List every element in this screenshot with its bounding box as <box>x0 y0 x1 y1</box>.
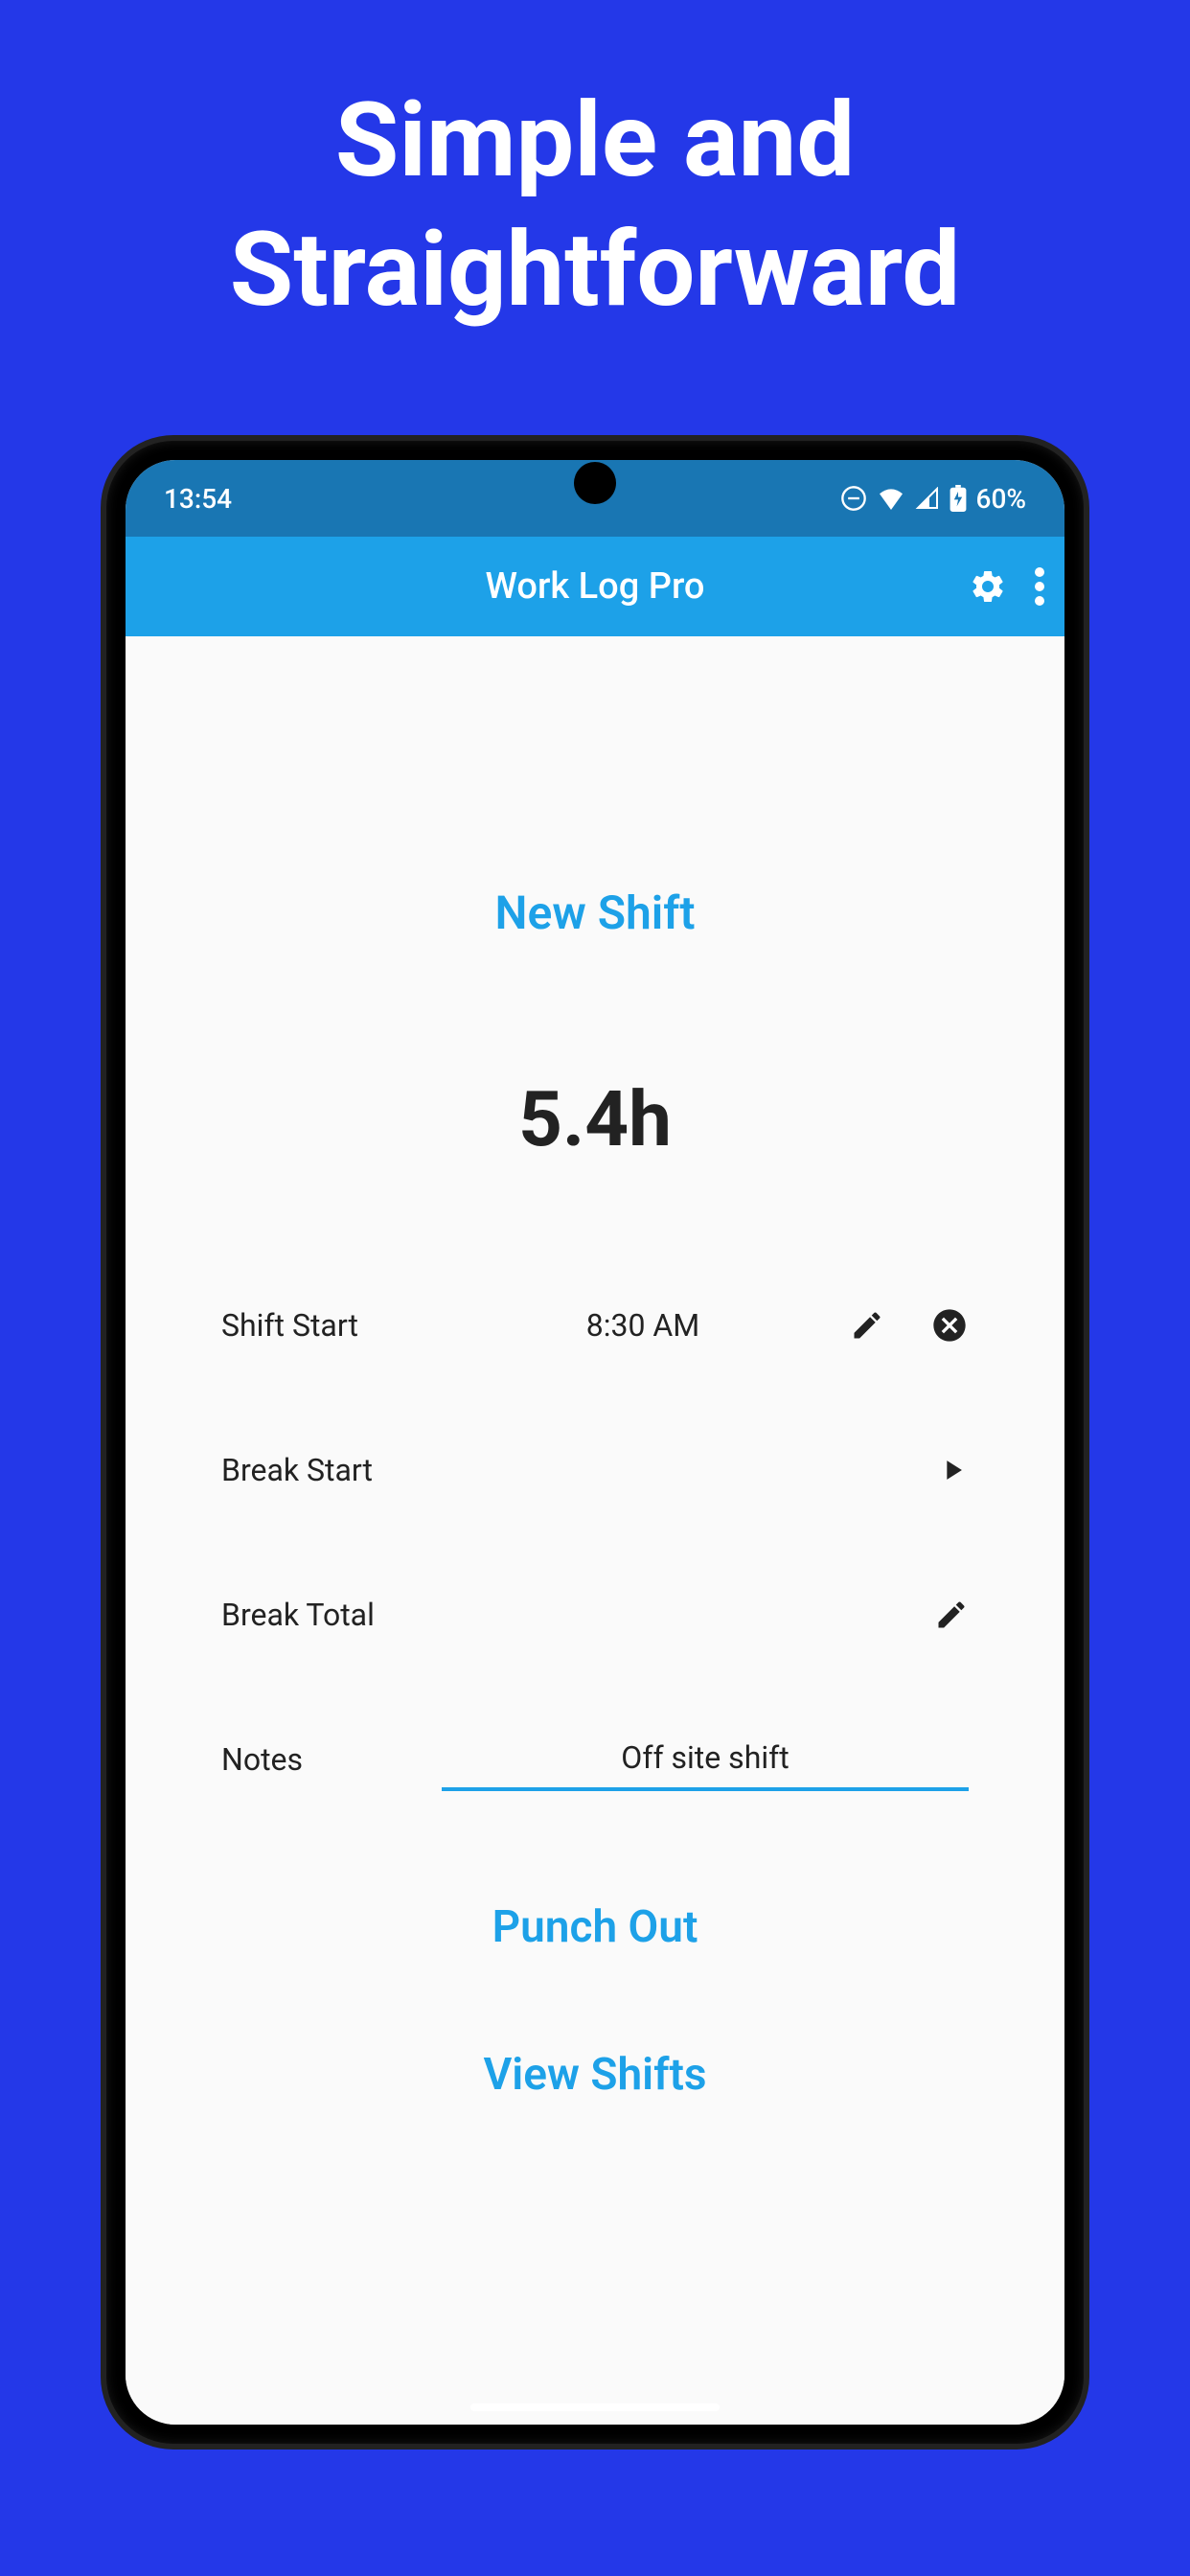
edit-shift-start-button[interactable] <box>850 1308 884 1343</box>
signal-icon <box>915 487 940 510</box>
close-circle-icon <box>930 1306 969 1345</box>
break-total-row: Break Total <box>221 1569 969 1661</box>
more-button[interactable] <box>1034 567 1045 606</box>
shift-start-value: 8:30 AM <box>442 1307 844 1344</box>
edit-break-total-button[interactable] <box>934 1598 969 1632</box>
home-indicator[interactable] <box>470 2404 720 2411</box>
play-icon <box>936 1454 969 1486</box>
battery-percent: 60% <box>976 483 1026 515</box>
promo-title: Simple and Straightforward <box>0 0 1190 374</box>
pencil-icon <box>934 1598 969 1632</box>
break-start-row: Break Start <box>221 1424 969 1516</box>
shift-start-row: Shift Start 8:30 AM <box>221 1279 969 1371</box>
notes-label: Notes <box>221 1741 442 1778</box>
more-vert-icon <box>1034 567 1045 606</box>
punch-out-button[interactable]: Punch Out <box>492 1901 698 1953</box>
cancel-shift-button[interactable] <box>930 1306 969 1345</box>
status-time: 13:54 <box>164 483 232 515</box>
camera-notch <box>574 462 616 504</box>
gear-icon <box>969 567 1007 606</box>
status-icons: 60% <box>840 483 1026 515</box>
notes-input[interactable] <box>442 1728 969 1791</box>
phone-screen: 13:54 60% Work Log Pro New Shift <box>126 460 1064 2425</box>
break-total-label: Break Total <box>221 1597 442 1633</box>
section-title: New Shift <box>495 886 696 940</box>
start-break-button[interactable] <box>936 1454 969 1486</box>
settings-button[interactable] <box>969 567 1007 606</box>
dnd-icon <box>840 485 867 512</box>
view-shifts-button[interactable]: View Shifts <box>483 2049 706 2101</box>
battery-icon <box>950 485 967 512</box>
phone-frame: 13:54 60% Work Log Pro New Shift <box>106 441 1084 2444</box>
shift-start-label: Shift Start <box>221 1307 442 1344</box>
pencil-icon <box>850 1308 884 1343</box>
app-content: New Shift 5.4h Shift Start 8:30 AM <box>126 636 1064 2425</box>
shift-duration: 5.4h <box>518 1074 672 1164</box>
wifi-icon <box>877 487 905 510</box>
app-bar: Work Log Pro <box>126 537 1064 636</box>
app-title: Work Log Pro <box>486 565 705 608</box>
notes-row: Notes <box>221 1714 969 1806</box>
break-start-label: Break Start <box>221 1452 442 1488</box>
